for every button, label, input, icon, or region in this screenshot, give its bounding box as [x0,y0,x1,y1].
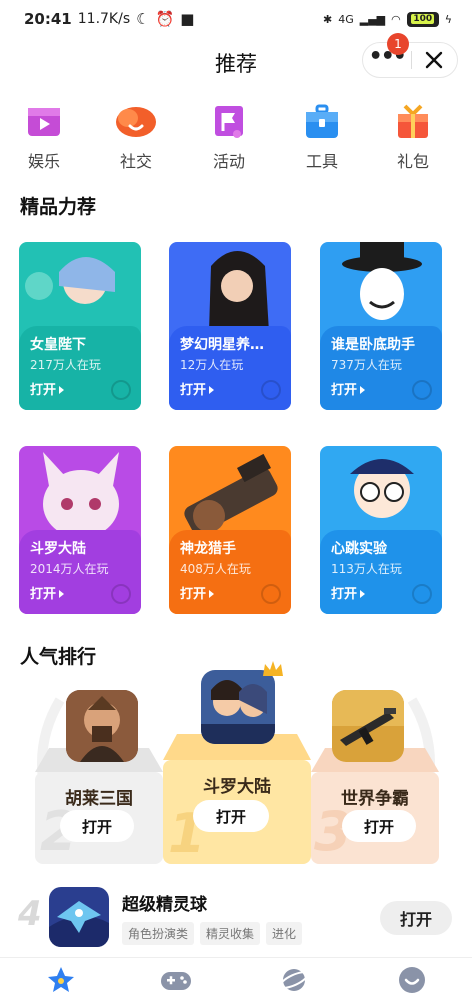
game-tag: 进化 [266,922,303,945]
chat-icon [116,104,156,140]
close-button[interactable] [411,50,457,70]
category-gifts[interactable]: 礼包 [383,104,443,172]
category-social[interactable]: 社交 [106,104,166,172]
open-button[interactable]: 打开 [331,379,365,398]
ranking-podium: 2 胡莱三国 打开 1 斗罗大陆 打开 3 世界争霸 打开 [0,660,472,870]
player-count: 2014万人在玩 [30,562,109,576]
status-right: ✱ 4G ▂▄▆ ◠ 100 ϟ [322,11,452,27]
wifi-icon: ◠ [391,12,401,26]
notification-badge: 1 [387,33,409,55]
planet-icon [279,969,309,991]
game-tag: 精灵收集 [200,922,261,945]
open-button[interactable]: 打开 [30,583,64,602]
game-card[interactable]: 谁是卧底助手 737万人在玩打开 [320,242,442,410]
moon-icon: ☾ [136,10,150,28]
charging-icon: ϟ [444,12,452,26]
game-icon-huolai[interactable] [66,690,138,762]
rank-game-name: 斗罗大陆 [203,777,271,797]
open-button[interactable]: 打开 [380,901,452,935]
game-card[interactable]: 女皇陛下 217万人在玩打开 [19,242,141,410]
category-events[interactable]: 活动 [199,104,259,172]
game-icon-shijie[interactable] [332,690,404,762]
status-bar: 20:41 11.7K/s ☾ ⏰ ■ ✱ 4G ▂▄▆ ◠ 100 ϟ [0,0,472,38]
category-entertainment[interactable]: 娱乐 [14,104,74,172]
battery-icon: 100 [406,11,439,27]
bottom-nav [0,957,472,999]
rank-number: 4 [18,894,42,934]
game-card[interactable]: 斗罗大陆 2014万人在玩打开 [19,446,141,614]
network-label: 4G [338,12,354,26]
signal-icon: ▂▄▆ [359,12,386,26]
nav-home[interactable] [45,964,77,996]
game-name: 谁是卧底助手 [331,337,415,353]
close-icon [426,51,443,69]
crown-icon [263,661,283,676]
game-tags: 角色扮演类 精灵收集 进化 [122,922,303,945]
open-button[interactable]: 打开 [30,379,64,398]
category-label: 工具 [305,152,338,171]
game-title: 超级精灵球 [122,895,207,915]
bluetooth-icon: ✱ [322,12,333,26]
status-left: 20:41 11.7K/s ☾ ⏰ ■ [24,10,194,28]
category-label: 娱乐 [27,152,60,171]
game-name: 斗罗大陆 [30,541,86,557]
game-card[interactable]: 梦幻明星养… 12万人在玩打开 [169,242,291,410]
toolbox-icon [304,104,340,140]
alarm-icon: ⏰ [155,10,175,28]
category-nav: 娱乐 社交 活动 工具 礼包 [0,104,472,174]
list-item[interactable]: 4 超级精灵球 角色扮演类 精灵收集 进化 打开 [0,880,472,952]
gamepad-icon [161,972,191,990]
flag-icon [211,104,247,140]
nav-discover[interactable] [278,964,310,996]
mini-program-capsule: ••• [362,42,458,78]
player-count: 113万人在玩 [331,562,402,576]
open-button[interactable]: 打开 [342,810,416,842]
video-icon: ■ [180,10,195,28]
open-button[interactable]: 打开 [60,810,134,842]
player-count: 12万人在玩 [180,358,244,372]
rank-game-name: 世界争霸 [341,789,409,809]
leaf-icon [111,584,131,604]
leaf-icon [412,380,432,400]
game-icon-chaoji[interactable] [49,887,109,947]
game-card[interactable]: 心跳实验 113万人在玩打开 [320,446,442,614]
player-count: 408万人在玩 [180,562,251,576]
leaf-icon [261,380,281,400]
player-count: 737万人在玩 [331,358,402,372]
game-name: 神龙猎手 [180,541,236,557]
game-card[interactable]: 神龙猎手 408万人在玩打开 [169,446,291,614]
rank-game-name: 胡莱三国 [65,789,133,809]
player-count: 217万人在玩 [30,358,101,372]
smile-icon [399,967,425,993]
play-icon [26,104,62,140]
leaf-icon [261,584,281,604]
open-button[interactable]: 打开 [193,800,269,832]
open-button[interactable]: 打开 [180,583,214,602]
game-name: 女皇陛下 [30,337,86,353]
game-tag: 角色扮演类 [122,922,195,945]
category-label: 活动 [212,152,245,171]
nav-profile[interactable] [396,964,428,996]
open-button[interactable]: 打开 [331,583,365,602]
open-button[interactable]: 打开 [180,379,214,398]
category-label: 社交 [119,152,152,171]
status-time: 20:41 [24,10,72,28]
star-icon [48,967,74,992]
game-name: 梦幻明星养… [180,337,264,353]
gift-icon [395,104,431,140]
leaf-icon [111,380,131,400]
leaf-icon [412,584,432,604]
game-icon-douluo[interactable] [201,670,275,744]
status-speed: 11.7K/s [77,11,131,27]
game-name: 心跳实验 [331,541,387,557]
category-tools[interactable]: 工具 [292,104,352,172]
featured-section-title: 精品力荐 [20,196,97,218]
category-label: 礼包 [396,152,429,171]
nav-games[interactable] [160,964,192,996]
